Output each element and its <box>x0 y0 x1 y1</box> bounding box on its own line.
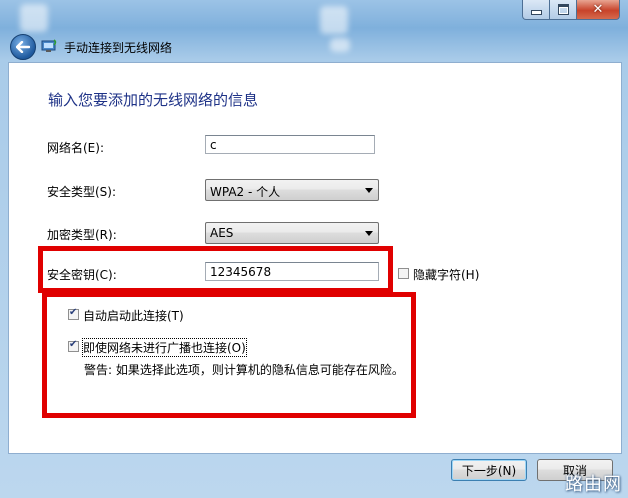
caption-buttons: ✕ <box>522 0 620 20</box>
encryption-type-select[interactable]: AES <box>205 222 379 244</box>
back-button[interactable] <box>10 34 36 60</box>
next-button[interactable]: 下一步(N) <box>451 459 527 481</box>
network-name-label: 网络名(E): <box>47 141 104 155</box>
watermark-text: 路由网 <box>565 474 622 495</box>
minimize-icon <box>530 10 542 15</box>
dropdown-arrow-icon <box>365 231 373 236</box>
maximize-icon <box>557 4 569 15</box>
security-type-label: 安全类型(S): <box>47 185 117 199</box>
blurred-desktop-icon <box>20 4 48 32</box>
navigation-bar: 手动连接到无线网络 <box>0 30 628 62</box>
maximize-button[interactable] <box>550 0 577 20</box>
network-name-input[interactable]: c <box>205 135 375 154</box>
back-arrow-icon <box>16 41 30 53</box>
highlight-box-connect-options <box>42 292 416 418</box>
hide-chars-checkbox[interactable] <box>398 268 409 279</box>
hide-chars-label: 隐藏字符(H) <box>413 268 480 282</box>
minimize-button[interactable] <box>522 0 550 20</box>
close-button[interactable]: ✕ <box>577 0 620 20</box>
security-type-value: WPA2 - 个人 <box>210 185 281 199</box>
close-icon: ✕ <box>592 2 604 17</box>
encryption-type-value: AES <box>210 226 234 240</box>
window-title: 手动连接到无线网络 <box>64 41 173 55</box>
highlight-box-security-key <box>38 246 393 293</box>
wireless-network-icon <box>41 39 57 52</box>
encryption-type-label: 加密类型(R): <box>47 228 117 242</box>
security-type-select[interactable]: WPA2 - 个人 <box>205 179 379 201</box>
page-heading: 输入您要添加的无线网络的信息 <box>48 91 259 109</box>
wizard-window: ✕ 手动连接到无线网络 输入您要添加的无线网络的信息 网络名(E): c 安全类… <box>0 0 628 498</box>
dropdown-arrow-icon <box>365 188 373 193</box>
